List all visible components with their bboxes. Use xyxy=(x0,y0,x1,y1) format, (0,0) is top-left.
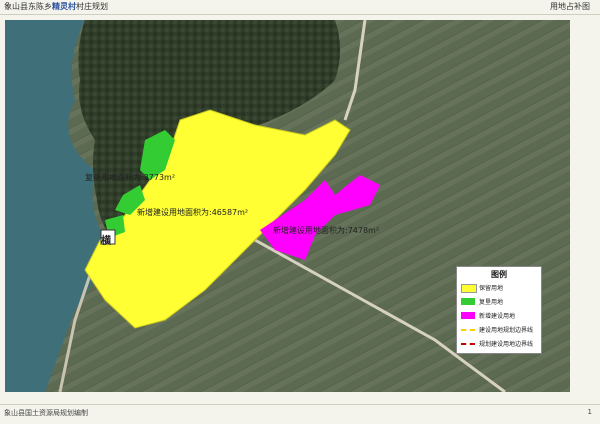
title-highlight: 精灵村 xyxy=(52,2,76,11)
legend-swatch-magenta xyxy=(461,312,475,319)
green-area-label: 复垦用地面积为:3773m² xyxy=(85,173,176,182)
legend-line-yellow xyxy=(461,329,475,331)
legend: 图例 保留用地 复垦用地 新增建设用地 建设用地规划边界线 规划建设用地边界线 xyxy=(456,266,542,354)
map-view[interactable]: 横 复垦用地面积为:3773m² 新增建设用地面积为:46587m² 新增建设用… xyxy=(5,20,570,392)
legend-item-construction-boundary: 建设用地规划边界线 xyxy=(461,325,539,334)
legend-item-new-construction: 新增建设用地 xyxy=(461,311,539,320)
footer-bar: 象山县国土资源局规划编制 1 xyxy=(0,404,600,424)
village-marker-label: 横 xyxy=(101,236,111,247)
right-margin xyxy=(575,20,600,392)
map-name: 用地占补图 xyxy=(550,2,590,11)
yellow-area-label: 新增建设用地面积为:46587m² xyxy=(137,208,249,217)
legend-title: 图例 xyxy=(491,270,507,279)
title-part1: 象山县东陈乡 xyxy=(4,2,52,11)
magenta-area-label: 新增建设用地面积为:7478m² xyxy=(273,226,380,235)
title-part2: 村庄规划 xyxy=(76,2,108,11)
legend-line-red xyxy=(461,343,475,345)
footer-text: 象山县国土资源局规划编制 xyxy=(4,409,88,417)
page-title: 象山县东陈乡精灵村村庄规划 xyxy=(4,1,108,12)
legend-swatch-green xyxy=(461,298,475,305)
legend-swatch-yellow xyxy=(461,284,477,293)
legend-item-retained: 保留用地 xyxy=(461,283,539,293)
footer-mark: 1 xyxy=(587,408,592,416)
legend-item-planned-boundary: 规划建设用地边界线 xyxy=(461,339,539,348)
legend-item-reclaim: 复垦用地 xyxy=(461,297,539,306)
header-bar: 象山县东陈乡精灵村村庄规划 用地占补图 xyxy=(0,0,600,15)
